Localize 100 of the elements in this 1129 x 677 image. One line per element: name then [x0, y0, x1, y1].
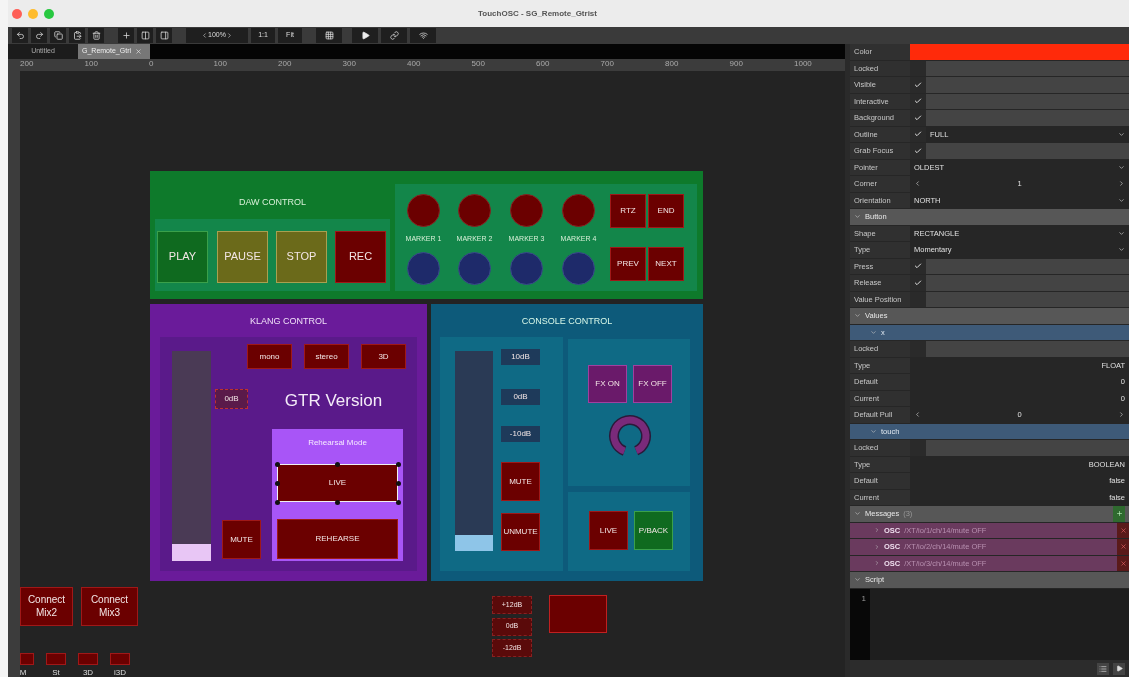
expand-icon: [870, 427, 877, 435]
color-swatch[interactable]: [910, 44, 1129, 60]
nav-button[interactable]: PREV: [610, 247, 646, 281]
copy-icon: [53, 31, 63, 40]
delete-button[interactable]: [88, 28, 104, 43]
add-button[interactable]: [118, 28, 134, 43]
fx-button[interactable]: FX ON: [588, 365, 627, 403]
selection-handle[interactable]: [275, 500, 280, 505]
columns-icon: [140, 31, 150, 40]
line-number: 1: [861, 592, 866, 605]
close-icon: [1119, 543, 1127, 551]
play-icon: [360, 31, 370, 40]
connect-button[interactable]: Connect Mix3: [81, 587, 138, 626]
ruler-label: 800: [665, 59, 680, 70]
mix-mode-label: M: [20, 667, 28, 677]
list-button[interactable]: [1097, 662, 1109, 675]
fader-track[interactable]: [455, 351, 493, 551]
knob-dial[interactable]: [608, 414, 652, 458]
close-window-button[interactable]: [12, 8, 22, 19]
ruler-label: 300: [342, 59, 357, 70]
mute-button[interactable]: MUTE: [222, 520, 261, 559]
link-icon: [389, 31, 399, 40]
wifi-button[interactable]: [410, 28, 436, 43]
grid-button[interactable]: [316, 28, 342, 43]
decrement-icon: [914, 180, 921, 188]
ruler-label: 200: [278, 59, 293, 70]
transport-button[interactable]: PLAY: [157, 231, 208, 283]
connect-button[interactable]: Connect Mix2: [20, 587, 73, 626]
remove-button[interactable]: [1117, 539, 1129, 555]
mix-mode-label: St: [51, 667, 61, 677]
ruler-label: 200: [20, 59, 35, 70]
undo-button[interactable]: [12, 28, 28, 43]
ruler-label: 700: [600, 59, 615, 70]
mode-button[interactable]: mono: [247, 344, 292, 369]
mix-mode-label: 3D: [81, 667, 95, 677]
nav-button[interactable]: END: [648, 194, 684, 228]
link-button[interactable]: [381, 28, 407, 43]
property-checkbox[interactable]: [910, 143, 926, 159]
gain-label[interactable]: 0dB: [215, 389, 248, 409]
transport-button[interactable]: REC: [335, 231, 386, 283]
selection-handle[interactable]: [335, 500, 340, 505]
panel-title: CONSOLE CONTROL: [520, 315, 614, 328]
mode-button[interactable]: 3D: [361, 344, 406, 369]
nav-button[interactable]: NEXT: [648, 247, 684, 281]
zoom-out-icon: [201, 32, 209, 39]
zoom-window-button[interactable]: [44, 8, 54, 19]
caret-icon: [1118, 229, 1125, 237]
copy-button[interactable]: [50, 28, 66, 43]
paste-button[interactable]: [69, 28, 85, 43]
ruler-label: 100: [213, 59, 228, 70]
selection-handle[interactable]: [275, 462, 280, 467]
fx-button[interactable]: FX OFF: [633, 365, 672, 403]
selection-handle[interactable]: [396, 500, 401, 505]
panel-title: KLANG CONTROL: [249, 315, 328, 328]
undo-icon: [15, 31, 25, 40]
paste-icon: [72, 31, 82, 40]
mode-button[interactable]: LIVE: [277, 464, 398, 502]
plus-icon: [121, 31, 131, 40]
level-label[interactable]: 10dB: [501, 349, 540, 365]
expand-icon: [870, 328, 877, 336]
mute-button[interactable]: MUTE: [501, 462, 540, 501]
ruler-label: 600: [536, 59, 551, 70]
source-button[interactable]: LIVE: [589, 511, 628, 550]
transport-button[interactable]: PAUSE: [217, 231, 268, 283]
split-button[interactable]: [137, 28, 153, 43]
selection-handle[interactable]: [396, 462, 401, 467]
close-icon: [1119, 559, 1127, 567]
property-checkbox[interactable]: [910, 440, 926, 456]
panel-button[interactable]: [156, 28, 172, 43]
property-checkbox[interactable]: [910, 275, 926, 291]
expand-icon: [874, 543, 880, 550]
selection-handle[interactable]: [396, 481, 401, 486]
selection-handle[interactable]: [335, 462, 340, 467]
source-button[interactable]: P/BACK: [634, 511, 673, 550]
property-checkbox[interactable]: [910, 110, 926, 126]
mute-button[interactable]: UNMUTE: [501, 513, 540, 551]
wifi-icon: [418, 31, 428, 40]
run-button[interactable]: [1113, 662, 1125, 675]
caret-icon: [1118, 196, 1125, 204]
close-icon: [1119, 526, 1127, 534]
property-checkbox[interactable]: [910, 341, 926, 357]
level-label[interactable]: -10dB: [501, 426, 540, 442]
play-button[interactable]: [352, 28, 378, 43]
mode-button[interactable]: stereo: [304, 344, 349, 369]
redo-button[interactable]: [31, 28, 47, 43]
mode-button[interactable]: REHEARSE: [277, 519, 398, 559]
decrement-icon: [914, 411, 921, 419]
selection-handle[interactable]: [275, 481, 280, 486]
ruler-label: 100: [84, 59, 99, 70]
fader-track[interactable]: [172, 351, 211, 561]
level-label[interactable]: 0dB: [501, 389, 540, 405]
nav-button[interactable]: RTZ: [610, 194, 646, 228]
transport-button[interactable]: STOP: [276, 231, 327, 283]
caret-icon: [1118, 130, 1125, 138]
property-checkbox[interactable]: [910, 77, 926, 93]
script-editor[interactable]: 1: [850, 588, 1129, 660]
grid-icon: [324, 31, 334, 40]
expand-icon: [854, 312, 861, 320]
pad-button[interactable]: [549, 595, 607, 633]
play-icon: [1115, 665, 1123, 672]
